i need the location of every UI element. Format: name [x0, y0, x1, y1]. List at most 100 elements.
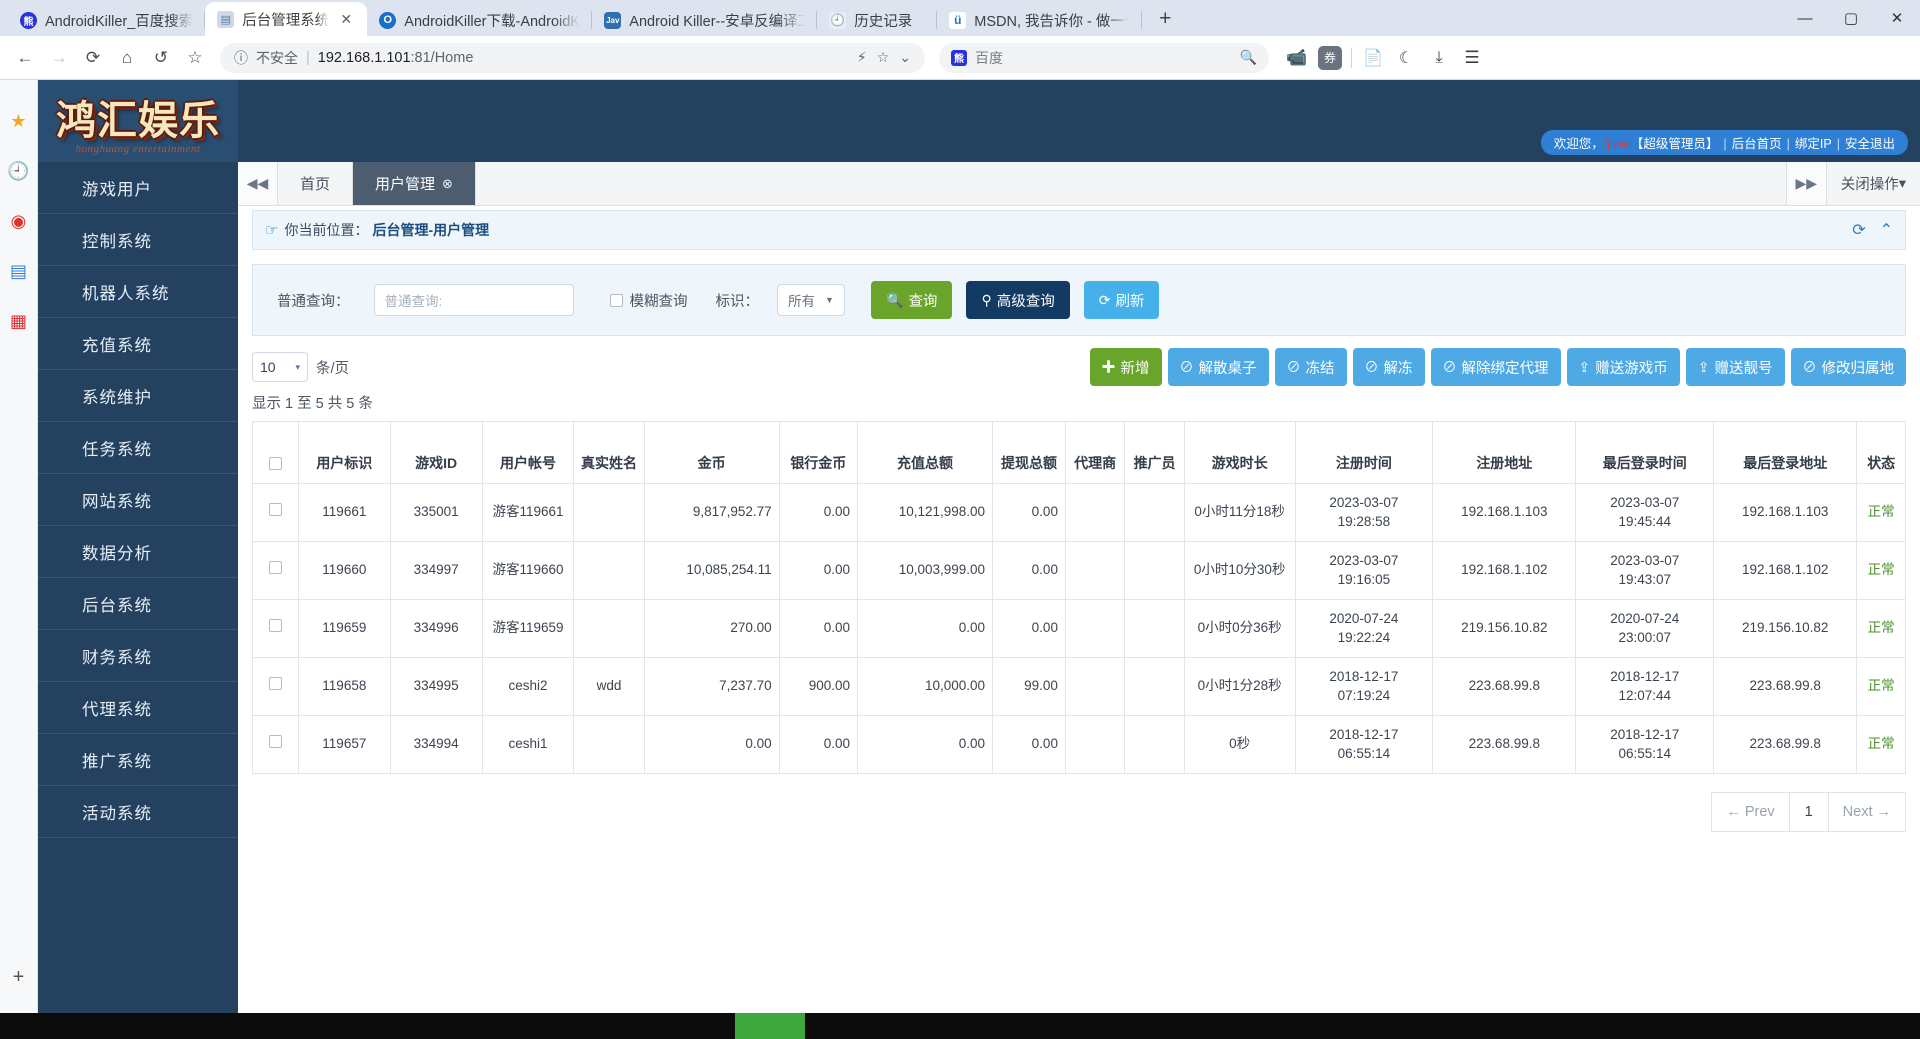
star-icon[interactable]: ★ [6, 108, 32, 134]
welcome-link-logout[interactable]: 安全退出 [1845, 137, 1895, 151]
fuzzy-query-checkbox[interactable] [610, 294, 623, 307]
col-last-login-ip[interactable]: 最后登录地址 [1714, 422, 1857, 484]
star-icon[interactable]: ☆ [877, 49, 890, 66]
tabstrip-right-arrow-icon[interactable]: ▶▶ [1786, 162, 1826, 205]
chevron-down-icon[interactable]: ⌄ [899, 49, 911, 66]
gift-game-coin-button[interactable]: ⇪赠送游戏币 [1567, 348, 1680, 386]
sidebar-item-website-system[interactable]: 网站系统 [38, 474, 238, 526]
undo-icon[interactable]: ↺ [146, 43, 176, 73]
window-close-button[interactable]: ✕ [1874, 0, 1920, 36]
row-checkbox[interactable] [269, 503, 282, 516]
col-withdraw-total[interactable]: 提现总额 [993, 422, 1066, 484]
refresh-icon[interactable]: ⟳ [1852, 220, 1865, 240]
browser-tab-5[interactable]: ü MSDN, 我告诉你 - 做一个安静的 [937, 4, 1142, 36]
app-tab-home[interactable]: 首页 [278, 162, 353, 205]
browser-tab-3[interactable]: Jav Android Killer--安卓反编译工具 [592, 4, 817, 36]
coupon-ext-icon[interactable]: 券 [1318, 46, 1342, 70]
app-tab-user-management[interactable]: 用户管理 ⊗ [353, 162, 476, 205]
tabstrip-left-arrow-icon[interactable]: ◀◀ [238, 162, 278, 205]
close-operations-menu[interactable]: 关闭操作▾ [1826, 162, 1920, 205]
sidebar-item-task-system[interactable]: 任务系统 [38, 422, 238, 474]
table-row[interactable]: 119660 334997 游客119660 10,085,254.11 0.0… [253, 542, 1906, 600]
col-promoter[interactable]: 推广员 [1125, 422, 1184, 484]
sidebar-item-agent-system[interactable]: 代理系统 [38, 682, 238, 734]
download-icon[interactable]: ⤓ [1427, 46, 1451, 70]
row-checkbox-cell[interactable] [253, 542, 299, 600]
gift-vanity-number-button[interactable]: ⇪赠送靓号 [1686, 348, 1785, 386]
sidebar-item-recharge-system[interactable]: 充值系统 [38, 318, 238, 370]
table-row[interactable]: 119658 334995 ceshi2 wdd 7,237.70 900.00… [253, 658, 1906, 716]
reload-icon[interactable]: ⟳ [78, 43, 108, 73]
taskbar-active-window-indicator[interactable] [735, 1013, 805, 1039]
sidebar-item-promotion-system[interactable]: 推广系统 [38, 734, 238, 786]
table-row[interactable]: 119659 334996 游客119659 270.00 0.00 0.00 … [253, 600, 1906, 658]
row-checkbox-cell[interactable] [253, 484, 299, 542]
col-status[interactable]: 状态 [1857, 422, 1906, 484]
col-reg-time[interactable]: 注册时间 [1295, 422, 1433, 484]
page-size-select[interactable]: 10 ▾ [252, 352, 308, 382]
query-button[interactable]: 🔍查询 [871, 281, 952, 319]
new-tab-button[interactable]: + [1150, 4, 1180, 34]
pdf-icon[interactable]: ▦ [6, 308, 32, 334]
home-icon[interactable]: ⌂ [112, 43, 142, 73]
row-checkbox-cell[interactable] [253, 600, 299, 658]
col-play-time[interactable]: 游戏时长 [1184, 422, 1295, 484]
address-bar[interactable]: ⓘ 不安全 | 192.168.1.101:81/Home ⚡ ☆ ⌄ [220, 43, 925, 73]
welcome-link-home[interactable]: 后台首页 [1732, 137, 1782, 151]
welcome-link-bind-ip[interactable]: 绑定IP [1795, 137, 1832, 151]
chevron-up-icon[interactable]: ⌃ [1880, 220, 1893, 240]
col-user-id[interactable]: 用户标识 [298, 422, 390, 484]
table-row[interactable]: 119657 334994 ceshi1 0.00 0.00 0.00 0.00… [253, 716, 1906, 774]
weibo-icon[interactable]: ◉ [6, 208, 32, 234]
back-icon[interactable]: ← [10, 43, 40, 73]
dissolve-table-button[interactable]: ⊘解散桌子 [1168, 348, 1269, 386]
row-checkbox[interactable] [269, 619, 282, 632]
card-icon[interactable]: ▤ [6, 258, 32, 284]
forward-icon[interactable]: → [44, 43, 74, 73]
row-checkbox[interactable] [269, 561, 282, 574]
bookmark-star-icon[interactable]: ☆ [180, 43, 210, 73]
modify-location-button[interactable]: ⊘修改归属地 [1791, 348, 1907, 386]
pdf-ext-icon[interactable]: 📄 [1361, 46, 1385, 70]
col-game-id[interactable]: 游戏ID [390, 422, 482, 484]
add-button[interactable]: ✚新增 [1090, 348, 1162, 386]
menu-icon[interactable]: ☰ [1460, 46, 1484, 70]
col-recharge-total[interactable]: 充值总额 [857, 422, 992, 484]
app-tab-close-icon[interactable]: ⊗ [442, 176, 453, 192]
window-minimize-button[interactable]: — [1782, 0, 1828, 36]
browser-tab-2[interactable]: O AndroidKiller下载-AndroidKille [367, 4, 592, 36]
col-bank-gold[interactable]: 银行金币 [779, 422, 857, 484]
sidebar-item-system-maintenance[interactable]: 系统维护 [38, 370, 238, 422]
sidebar-item-activity-system[interactable]: 活动系统 [38, 786, 238, 838]
refresh-button[interactable]: ⟳刷新 [1084, 281, 1160, 319]
info-circle-icon[interactable]: ⓘ [234, 48, 248, 68]
video-ext-icon[interactable]: 📹 [1285, 46, 1309, 70]
sidebar-item-finance-system[interactable]: 财务系统 [38, 630, 238, 682]
unbind-agent-button[interactable]: ⊘解除绑定代理 [1431, 348, 1561, 386]
select-all-checkbox[interactable] [269, 457, 282, 470]
flag-select[interactable]: 所有 ▼ [777, 284, 845, 316]
search-input[interactable]: 熊 百度 🔍 [939, 43, 1269, 73]
col-reg-ip[interactable]: 注册地址 [1433, 422, 1576, 484]
table-row[interactable]: 119661 335001 游客119661 9,817,952.77 0.00… [253, 484, 1906, 542]
browser-tab-4[interactable]: 🕘 历史记录 [817, 4, 937, 36]
history-icon[interactable]: 🕘 [6, 158, 32, 184]
freeze-button[interactable]: ⊘冻结 [1275, 348, 1347, 386]
sidebar-item-control-system[interactable]: 控制系统 [38, 214, 238, 266]
rail-add-button[interactable]: + [13, 966, 25, 989]
pagination-next-button[interactable]: Next → [1828, 792, 1906, 832]
browser-tab-1[interactable]: ▤ 后台管理系统 ✕ [205, 2, 367, 36]
sidebar-item-robot-system[interactable]: 机器人系统 [38, 266, 238, 318]
col-real-name[interactable]: 真实姓名 [574, 422, 644, 484]
select-all-header[interactable] [253, 422, 299, 484]
sidebar-item-data-analysis[interactable]: 数据分析 [38, 526, 238, 578]
pagination-prev-button[interactable]: ← Prev [1711, 792, 1789, 832]
col-agent[interactable]: 代理商 [1065, 422, 1124, 484]
row-checkbox-cell[interactable] [253, 716, 299, 774]
normal-query-input[interactable]: 普通查询: [374, 284, 574, 316]
tab-close-icon[interactable]: ✕ [337, 11, 355, 28]
search-icon[interactable]: 🔍 [1240, 49, 1257, 66]
row-checkbox[interactable] [269, 677, 282, 690]
window-maximize-button[interactable]: ▢ [1828, 0, 1874, 36]
col-last-login-time[interactable]: 最后登录时间 [1576, 422, 1714, 484]
